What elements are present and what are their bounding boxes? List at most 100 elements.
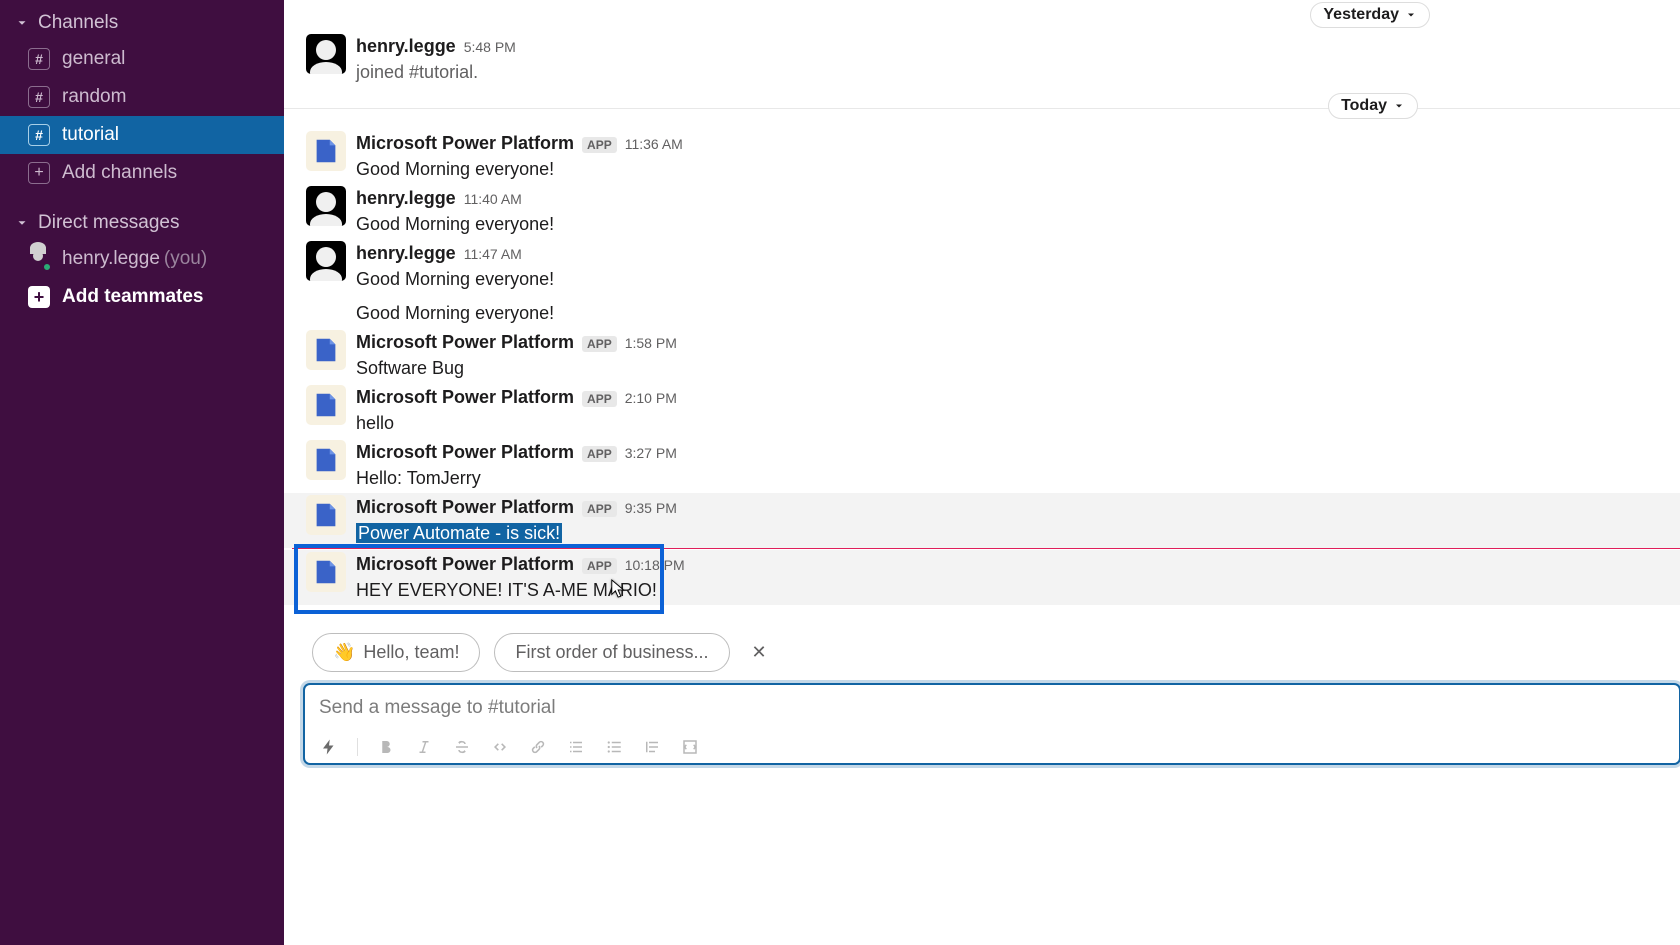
- suggestions-close-button[interactable]: ✕: [744, 642, 775, 663]
- app-avatar[interactable]: [306, 552, 346, 592]
- user-avatar[interactable]: [306, 34, 346, 74]
- app-avatar[interactable]: [306, 131, 346, 171]
- blockquote-button[interactable]: [642, 737, 662, 757]
- bold-button[interactable]: [376, 737, 396, 757]
- hash-icon: #: [28, 48, 50, 70]
- channel-random[interactable]: # random: [0, 78, 284, 116]
- shortcuts-button[interactable]: [319, 737, 339, 757]
- author-name[interactable]: Microsoft Power Platform: [356, 131, 574, 155]
- suggestion-label: First order of business...: [515, 642, 708, 663]
- add-channels-label: Add channels: [62, 158, 177, 188]
- message-row[interactable]: henry.legge 5:48 PM joined #tutorial.: [284, 32, 1680, 87]
- message-text: Good Morning everyone!: [356, 156, 1660, 182]
- wave-icon: 👋: [333, 642, 355, 663]
- message-row[interactable]: Microsoft Power Platform APP 9:35 PM Pow…: [284, 493, 1680, 548]
- main-panel: Yesterday henry.legge 5:48 PM joined #tu…: [284, 0, 1680, 945]
- link-button[interactable]: [528, 737, 548, 757]
- channel-tutorial[interactable]: # tutorial: [0, 116, 284, 154]
- date-divider-today[interactable]: Today: [1328, 93, 1418, 119]
- dm-section-header[interactable]: Direct messages: [0, 206, 284, 240]
- author-name[interactable]: Microsoft Power Platform: [356, 385, 574, 409]
- app-badge: APP: [582, 501, 617, 517]
- app-badge: APP: [582, 446, 617, 462]
- date-label: Today: [1341, 97, 1387, 115]
- author-name[interactable]: Microsoft Power Platform: [356, 440, 574, 464]
- app-avatar[interactable]: [306, 440, 346, 480]
- add-teammates-button[interactable]: + Add teammates: [0, 278, 284, 316]
- sidebar: Channels # general # random # tutorial +…: [0, 0, 284, 945]
- message-text: hello: [356, 410, 1660, 436]
- channel-label: tutorial: [62, 120, 119, 150]
- message-text: joined #tutorial.: [356, 59, 1660, 85]
- date-label: Yesterday: [1323, 6, 1399, 24]
- italic-button[interactable]: [414, 737, 434, 757]
- app-avatar[interactable]: [306, 330, 346, 370]
- channel-label: general: [62, 44, 125, 74]
- app-badge: APP: [582, 391, 617, 407]
- suggestion-hello-team[interactable]: 👋 Hello, team!: [312, 633, 480, 672]
- plus-icon: +: [28, 286, 50, 308]
- message-row[interactable]: Microsoft Power Platform APP 1:58 PM Sof…: [284, 328, 1680, 383]
- add-teammates-label: Add teammates: [62, 282, 204, 312]
- author-name[interactable]: Microsoft Power Platform: [356, 552, 574, 576]
- user-avatar[interactable]: [306, 241, 346, 281]
- message-list[interactable]: Yesterday henry.legge 5:48 PM joined #tu…: [284, 0, 1680, 945]
- message-text: Good Morning everyone!: [356, 266, 1660, 292]
- date-divider-yesterday[interactable]: Yesterday: [1310, 2, 1430, 28]
- composer-input[interactable]: Send a message to #tutorial: [319, 697, 1665, 725]
- hash-icon: #: [28, 86, 50, 108]
- message-row[interactable]: Microsoft Power Platform APP 3:27 PM Hel…: [284, 438, 1680, 493]
- message-text: Software Bug: [356, 355, 1660, 381]
- app-avatar[interactable]: [306, 385, 346, 425]
- message-composer[interactable]: Send a message to #tutorial: [304, 684, 1680, 764]
- user-avatar[interactable]: [306, 186, 346, 226]
- plus-icon: +: [28, 162, 50, 184]
- message-time: 3:27 PM: [625, 441, 677, 465]
- message-row[interactable]: Microsoft Power Platform APP 11:36 AM Go…: [284, 129, 1680, 184]
- dm-self[interactable]: henry.legge (you): [0, 240, 284, 278]
- author-name[interactable]: henry.legge: [356, 34, 456, 58]
- message-time: 11:47 AM: [464, 242, 522, 266]
- strike-button[interactable]: [452, 737, 472, 757]
- add-channels-button[interactable]: + Add channels: [0, 154, 284, 192]
- author-name[interactable]: Microsoft Power Platform: [356, 330, 574, 354]
- new-message-divider: [292, 548, 1680, 549]
- hash-icon: #: [28, 124, 50, 146]
- message-suggestions: 👋 Hello, team! First order of business..…: [284, 625, 1680, 684]
- composer-toolbar: [319, 725, 1665, 757]
- message-row[interactable]: henry.legge 11:40 AM Good Morning everyo…: [284, 184, 1680, 239]
- toolbar-divider: [357, 738, 358, 756]
- message-text: Good Morning everyone!: [356, 211, 1660, 237]
- author-name[interactable]: henry.legge: [356, 186, 456, 210]
- channels-section-header[interactable]: Channels: [0, 6, 284, 40]
- dm-you-label: (you): [164, 244, 207, 274]
- chevron-down-icon: [1393, 100, 1405, 112]
- message-time: 10:18 PM: [625, 553, 685, 577]
- message-time: 11:36 AM: [625, 132, 683, 156]
- author-name[interactable]: Microsoft Power Platform: [356, 495, 574, 519]
- code-block-button[interactable]: [680, 737, 700, 757]
- message-text: Power Automate - is sick!: [356, 520, 1660, 546]
- dm-label: Direct messages: [38, 212, 180, 234]
- channel-general[interactable]: # general: [0, 40, 284, 78]
- author-name[interactable]: henry.legge: [356, 241, 456, 265]
- app-badge: APP: [582, 137, 617, 153]
- message-row[interactable]: Microsoft Power Platform APP 2:10 PM hel…: [284, 383, 1680, 438]
- app-badge: APP: [582, 558, 617, 574]
- message-time: 5:48 PM: [464, 35, 516, 59]
- message-row[interactable]: henry.legge 11:47 AM Good Morning everyo…: [284, 239, 1680, 328]
- bullet-list-button[interactable]: [604, 737, 624, 757]
- code-button[interactable]: [490, 737, 510, 757]
- app-avatar[interactable]: [306, 495, 346, 535]
- suggestion-label: Hello, team!: [363, 642, 459, 663]
- cursor-icon: [610, 578, 628, 600]
- message-text: Hello: TomJerry: [356, 465, 1660, 491]
- chevron-down-icon: [1405, 9, 1417, 21]
- suggestion-first-order[interactable]: First order of business...: [494, 633, 729, 672]
- message-text: HEY EVERYONE! IT'S A-ME MARIO!: [356, 577, 1660, 603]
- message-time: 9:35 PM: [625, 496, 677, 520]
- dm-name: henry.legge: [62, 244, 160, 274]
- message-row[interactable]: Microsoft Power Platform APP 10:18 PM HE…: [284, 550, 1680, 605]
- app-badge: APP: [582, 336, 617, 352]
- ordered-list-button[interactable]: [566, 737, 586, 757]
